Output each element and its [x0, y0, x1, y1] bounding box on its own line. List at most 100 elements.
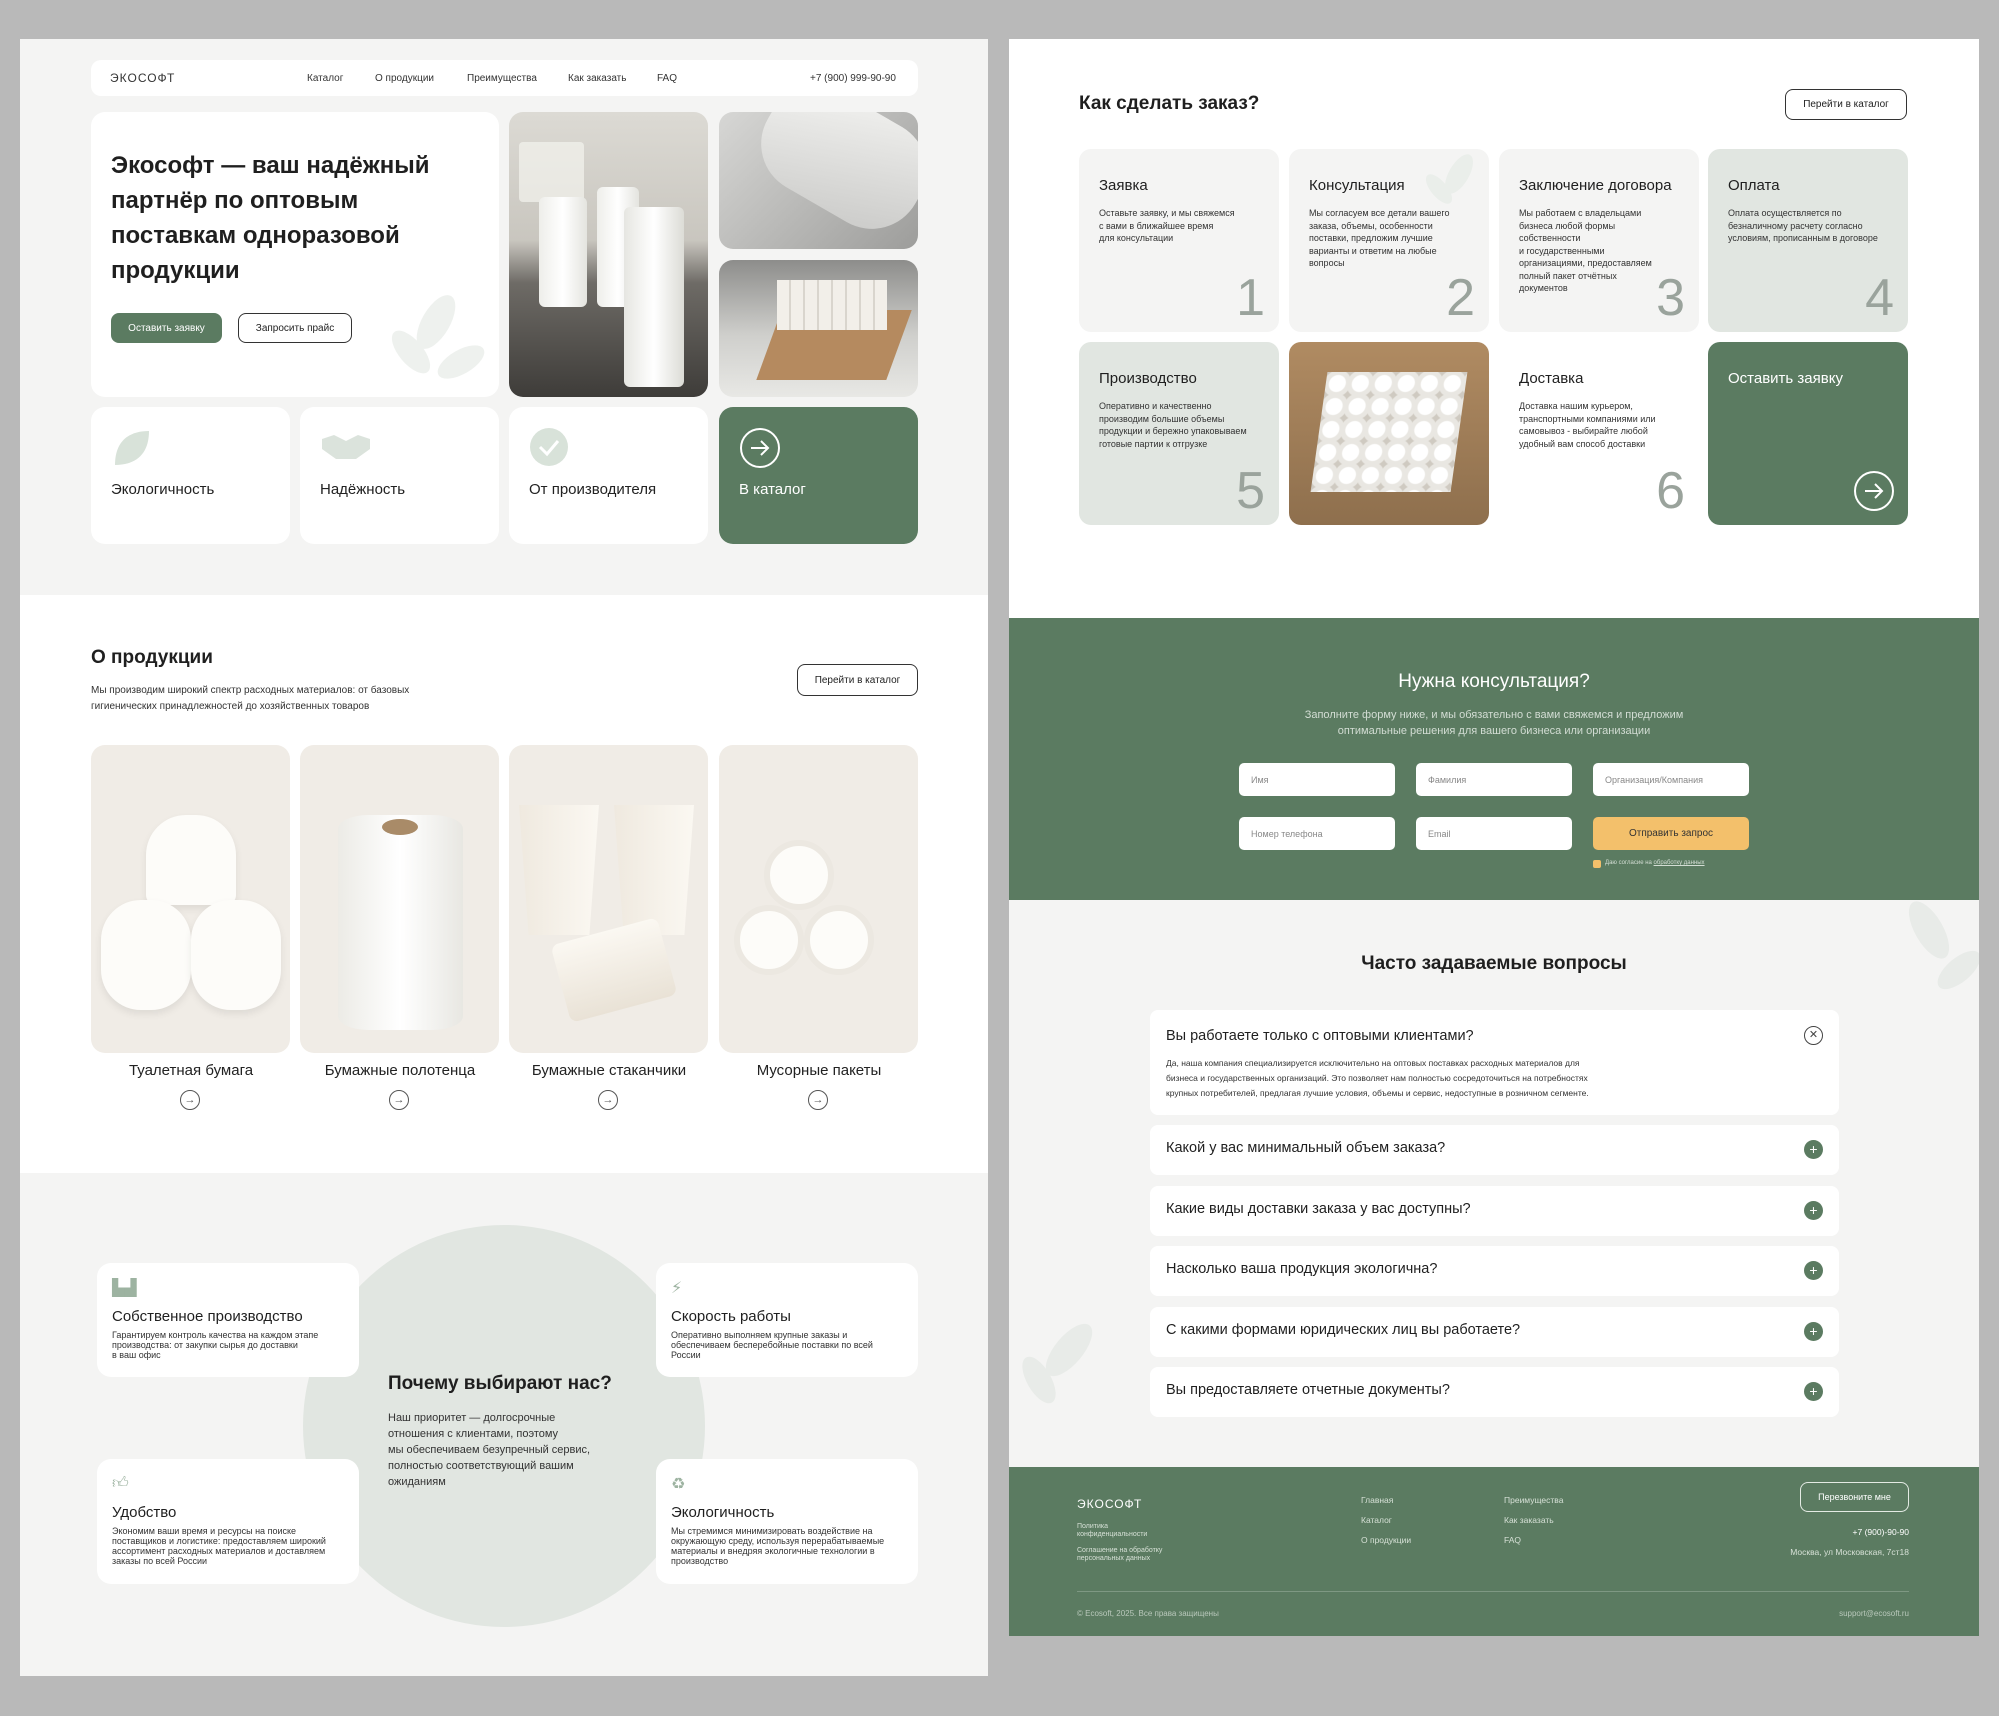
- organization-input[interactable]: Организация/Компания: [1593, 763, 1749, 796]
- plus-icon[interactable]: +: [1804, 1201, 1823, 1220]
- step-text-line: поставки, предложим лучшие: [1309, 233, 1433, 243]
- faq-title: Часто задаваемые вопросы: [1361, 953, 1627, 974]
- box-of-rolls-photo: [1289, 342, 1489, 525]
- why-card-text-line: Мы стремимся минимизировать воздействие …: [671, 1526, 873, 1536]
- footer-link-how-to-order[interactable]: Как заказать: [1504, 1515, 1554, 1525]
- step-card-4: Оплата Оплата осуществляется по безналич…: [1708, 149, 1908, 332]
- feature-catalog-link[interactable]: В каталог: [719, 407, 918, 544]
- leave-request-button[interactable]: Оставить заявку: [111, 313, 222, 343]
- footer-phone[interactable]: +7 (900)-90-90: [1853, 1527, 1909, 1537]
- nav-how-to-order[interactable]: Как заказать: [568, 73, 626, 84]
- nav-faq[interactable]: FAQ: [657, 73, 677, 84]
- faq-question[interactable]: Вы предоставляете отчетные документы?: [1166, 1382, 1450, 1398]
- plus-icon[interactable]: +: [1804, 1322, 1823, 1341]
- towel-roll-shape: [624, 207, 684, 387]
- why-text-line: Наш приоритет — долгосрочные: [388, 1412, 556, 1424]
- step-title: Заключение договора: [1519, 177, 1672, 194]
- email-input[interactable]: Email: [1416, 817, 1572, 850]
- faq-question[interactable]: Насколько ваша продукция экологична?: [1166, 1261, 1437, 1277]
- plus-icon[interactable]: +: [1804, 1140, 1823, 1159]
- cup-shape: [519, 805, 599, 935]
- hero-title-line-2: партнёр по оптовым: [111, 187, 359, 214]
- footer-link-home[interactable]: Главная: [1361, 1495, 1393, 1505]
- name-input[interactable]: Имя: [1239, 763, 1395, 796]
- footer-email[interactable]: support@ecosoft.ru: [1839, 1609, 1909, 1618]
- leave-request-cta-card[interactable]: Оставить заявку: [1708, 342, 1908, 525]
- step-text-line: транспортными компаниями или: [1519, 413, 1656, 424]
- request-price-button[interactable]: Запросить прайс: [238, 313, 352, 343]
- footer-link-faq[interactable]: FAQ: [1504, 1535, 1521, 1545]
- about-title: О продукции: [91, 647, 213, 668]
- product-name[interactable]: Мусорные пакеты: [719, 1062, 919, 1079]
- plus-icon[interactable]: +: [1804, 1382, 1823, 1401]
- towel-roll-shape: [338, 815, 463, 1030]
- top-nav: ЭКОСОФТ Каталог О продукции Преимущества…: [91, 60, 918, 96]
- product-name[interactable]: Туалетная бумага: [91, 1062, 291, 1079]
- why-card-title: Скорость работы: [671, 1308, 791, 1325]
- nav-phone[interactable]: +7 (900) 999-90-90: [810, 73, 896, 84]
- why-card-text-line: окружающую среду, используя перерабатыва…: [671, 1536, 885, 1546]
- step-text-line: производим большие объемы: [1099, 413, 1225, 424]
- step-text-line: для консультации: [1099, 233, 1174, 243]
- privacy-policy-link[interactable]: Политика конфиденциальности: [1077, 1523, 1147, 1539]
- product-name[interactable]: Бумажные полотенца: [300, 1062, 500, 1079]
- arrow-right-icon[interactable]: →: [389, 1090, 409, 1110]
- arrow-right-circle-icon: [740, 428, 780, 468]
- consult-subtitle-line: оптимальные решения для вашего бизнеса и…: [1337, 725, 1651, 737]
- faq-question[interactable]: Какие виды доставки заказа у вас доступн…: [1166, 1201, 1471, 1217]
- go-to-catalog-button[interactable]: Перейти в каталог: [797, 664, 918, 696]
- faq-item[interactable]: Насколько ваша продукция экологична? +: [1150, 1246, 1839, 1296]
- data-agreement-link[interactable]: Соглашение на обработку персональных дан…: [1077, 1547, 1162, 1563]
- faq-item-open[interactable]: Вы работаете только с оптовыми клиентами…: [1150, 1010, 1839, 1115]
- faq-item[interactable]: С какими формами юридических лиц вы рабо…: [1150, 1307, 1839, 1357]
- consent-checkbox[interactable]: [1593, 860, 1601, 868]
- order-title: Как сделать заказ?: [1079, 93, 1260, 114]
- faq-item[interactable]: Какие виды доставки заказа у вас доступн…: [1150, 1186, 1839, 1236]
- bag-roll-shape: [742, 112, 918, 248]
- arrow-right-icon[interactable]: →: [180, 1090, 200, 1110]
- faq-item[interactable]: Какой у вас минимальный объем заказа? +: [1150, 1125, 1839, 1175]
- plus-icon[interactable]: +: [1804, 1261, 1823, 1280]
- faq-question[interactable]: Вы работаете только с оптовыми клиентами…: [1166, 1028, 1474, 1044]
- consent-link[interactable]: обработку данных: [1654, 860, 1705, 866]
- arrow-right-icon[interactable]: →: [598, 1090, 618, 1110]
- step-text-line: организациями, предоставляем: [1519, 258, 1652, 268]
- hero-title-line-3: поставкам одноразовой: [111, 222, 400, 249]
- why-card-text: Мы стремимся минимизировать воздействие …: [671, 1526, 896, 1566]
- nav-catalog[interactable]: Каталог: [307, 73, 343, 84]
- why-text: Наш приоритет — долгосрочные отношения с…: [388, 1410, 590, 1490]
- nav-advantages[interactable]: Преимущества: [467, 73, 537, 84]
- product-name[interactable]: Бумажные стаканчики: [509, 1062, 709, 1079]
- phone-input[interactable]: Номер телефона: [1239, 817, 1395, 850]
- why-card-title: Собственное производство: [112, 1308, 303, 1325]
- footer-address: Москва, ул Московская, 7ст18: [1790, 1547, 1909, 1557]
- submit-request-button[interactable]: Отправить запрос: [1593, 817, 1749, 850]
- callback-button[interactable]: Перезвоните мне: [1800, 1482, 1909, 1512]
- arrow-right-icon[interactable]: →: [808, 1090, 828, 1110]
- close-icon[interactable]: ✕: [1804, 1026, 1823, 1045]
- faq-answer-line: Да, наша компания специализируется исклю…: [1166, 1058, 1580, 1068]
- faq-answer: Да, наша компания специализируется исклю…: [1166, 1056, 1686, 1101]
- step-text: Мы работаем с владельцами бизнеса любой …: [1519, 207, 1679, 295]
- surname-input[interactable]: Фамилия: [1416, 763, 1572, 796]
- faq-question[interactable]: Какой у вас минимальный объем заказа?: [1166, 1140, 1445, 1156]
- footer-logo[interactable]: ЭКОСОФТ: [1077, 1497, 1142, 1511]
- footer-link-advantages[interactable]: Преимущества: [1504, 1495, 1563, 1505]
- faq-question[interactable]: С какими формами юридических лиц вы рабо…: [1166, 1322, 1520, 1338]
- step-text-line: полный пакет отчётных: [1519, 270, 1617, 281]
- logo[interactable]: ЭКОСОФТ: [110, 71, 175, 85]
- hero-section: ЭКОСОФТ Каталог О продукции Преимущества…: [20, 39, 988, 595]
- footer-link-catalog[interactable]: Каталог: [1361, 1515, 1392, 1525]
- consultation-section: Нужна консультация? Заполните форму ниже…: [1009, 618, 1979, 900]
- faq-item[interactable]: Вы предоставляете отчетные документы? +: [1150, 1367, 1839, 1417]
- landing-page-right: Как сделать заказ? Перейти в каталог Зая…: [1009, 39, 1979, 1636]
- window-shape: [519, 142, 584, 202]
- why-card-text: Экономим ваши время и ресурсы на поиске …: [112, 1526, 337, 1566]
- go-to-catalog-button[interactable]: Перейти в каталог: [1785, 89, 1907, 120]
- step-text-line: Оплата осуществляется по: [1728, 208, 1842, 218]
- footer-link-about[interactable]: О продукции: [1361, 1535, 1411, 1545]
- nav-about[interactable]: О продукции: [375, 73, 434, 84]
- step-text-line: собственности: [1519, 233, 1581, 243]
- arrow-right-circle-icon: [1854, 471, 1894, 511]
- why-card-text-line: производства: от закупки сырья до достав…: [112, 1340, 298, 1350]
